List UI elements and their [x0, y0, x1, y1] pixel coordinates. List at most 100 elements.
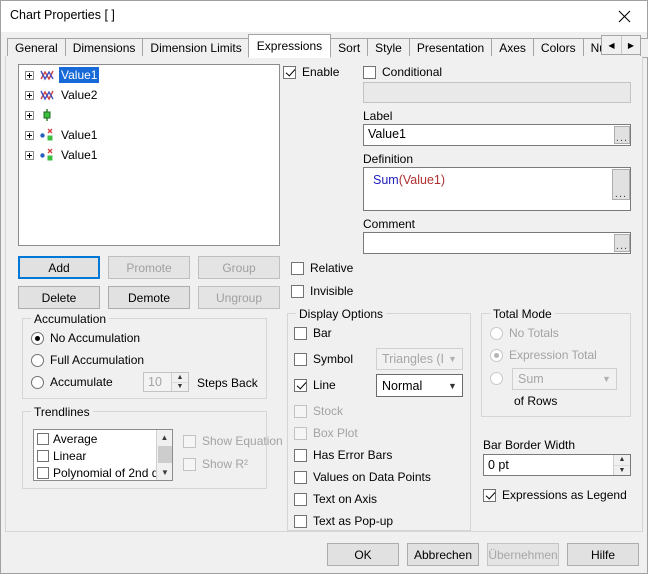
line-style-select[interactable]: Normal ▼ — [376, 374, 463, 397]
tree-item-2[interactable] — [19, 105, 279, 125]
tab-presentation[interactable]: Presentation — [408, 38, 492, 58]
spinner-up-icon[interactable]: ▲ — [172, 373, 188, 382]
checkbox-indicator[interactable] — [37, 466, 49, 479]
show-r2-label: Show R² — [202, 457, 249, 471]
expand-icon[interactable] — [25, 90, 34, 100]
bar-border-width-stepper[interactable]: 0 pt ▲ ▼ — [483, 454, 631, 476]
has-error-bars-checkbox[interactable]: Has Error Bars — [294, 448, 392, 462]
radio-no-accumulation[interactable]: No Accumulation — [31, 331, 140, 345]
comment-browse-button[interactable]: ... — [614, 234, 630, 252]
conditional-input[interactable] — [363, 82, 631, 103]
triangle-left-icon[interactable]: ◀ — [602, 36, 621, 54]
comment-input[interactable] — [363, 232, 631, 254]
checkbox-indicator[interactable] — [37, 432, 49, 445]
chevron-down-icon: ▼ — [448, 354, 457, 364]
expressions-as-legend-checkbox[interactable]: Expressions as Legend — [483, 488, 627, 502]
trendlines-list[interactable]: Average Linear Polynomial of 2nd d Polyn… — [33, 429, 173, 481]
trendline-item-poly2[interactable]: Polynomial of 2nd d — [34, 464, 172, 480]
tree-item-3[interactable]: Value1 — [19, 125, 279, 145]
expand-icon[interactable] — [25, 110, 34, 120]
line-chart-icon — [39, 67, 55, 83]
steps-back-stepper[interactable]: 10 ▲ ▼ — [143, 372, 189, 392]
tab-axes[interactable]: Axes — [491, 38, 533, 58]
tree-item-4[interactable]: Value1 — [19, 145, 279, 165]
tab-colors[interactable]: Colors — [532, 38, 583, 58]
expand-icon[interactable] — [25, 150, 34, 160]
definition-input[interactable]: Sum(Value1) — [363, 167, 631, 211]
radio-aggregation-total[interactable] — [490, 372, 509, 385]
checkbox-indicator — [294, 352, 307, 366]
radio-full-accumulation[interactable]: Full Accumulation — [31, 353, 144, 367]
group-button[interactable]: Group — [198, 256, 280, 279]
symbol-type-select[interactable]: Triangles (Dow ▼ — [376, 348, 463, 370]
promote-button[interactable]: Promote — [108, 256, 190, 279]
expressions-tree[interactable]: Value1 Value2 Value1 Value1 — [18, 64, 280, 246]
tab-style[interactable]: Style — [367, 38, 409, 58]
radio-expression-total[interactable]: Expression Total — [490, 348, 597, 362]
text-on-axis-checkbox[interactable]: Text on Axis — [294, 492, 377, 506]
show-equation-checkbox[interactable]: Show Equation — [183, 434, 283, 448]
checkbox-indicator[interactable] — [37, 449, 49, 462]
triangle-right-icon[interactable]: ▶ — [621, 36, 640, 54]
label-input[interactable]: Value1 — [363, 124, 631, 146]
aggregation-select[interactable]: Sum ▼ — [512, 368, 617, 390]
apply-button[interactable]: Übernehmen — [487, 543, 559, 566]
trendline-item-linear[interactable]: Linear — [34, 447, 172, 464]
chevron-down-icon[interactable]: ▼ — [157, 465, 172, 480]
help-button[interactable]: Hilfe — [567, 543, 639, 566]
tab-dimensions[interactable]: Dimensions — [64, 38, 143, 58]
radio-no-totals[interactable]: No Totals — [490, 326, 559, 340]
radio-label: Full Accumulation — [50, 353, 145, 367]
tree-item-label — [59, 114, 63, 116]
show-r2-checkbox[interactable]: Show R² — [183, 457, 248, 471]
tree-item-1[interactable]: Value2 — [19, 85, 279, 105]
box-plot-label: Box Plot — [313, 426, 358, 440]
radio-accumulate[interactable]: Accumulate — [31, 375, 113, 389]
tab-dimension-limits[interactable]: Dimension Limits — [142, 38, 249, 58]
line-checkbox[interactable]: Line — [294, 378, 336, 392]
bar-border-width-value[interactable]: 0 pt — [484, 455, 613, 475]
steps-back-value[interactable]: 10 — [144, 373, 171, 391]
close-icon[interactable] — [601, 1, 647, 31]
delete-button[interactable]: Delete — [18, 286, 100, 309]
radio-label: Expression Total — [509, 348, 597, 362]
symbol-checkbox[interactable]: Symbol — [294, 352, 353, 366]
trendlines-group: Trendlines Average Linear Polynomial of … — [22, 405, 283, 489]
chevron-up-icon[interactable]: ▲ — [157, 430, 172, 445]
invisible-checkbox[interactable]: Invisible — [291, 284, 353, 298]
enable-checkbox[interactable]: Enable — [283, 65, 339, 79]
definition-browse-button[interactable]: ... — [612, 169, 630, 200]
label-browse-button[interactable]: ... — [614, 126, 630, 144]
text-as-popup-checkbox[interactable]: Text as Pop-up — [294, 514, 393, 528]
ok-button[interactable]: OK — [327, 543, 399, 566]
expand-icon[interactable] — [25, 70, 34, 80]
spinner-down-icon[interactable]: ▼ — [172, 381, 188, 391]
ungroup-button[interactable]: Ungroup — [198, 286, 280, 309]
relative-checkbox[interactable]: Relative — [291, 261, 353, 275]
radio-indicator — [31, 375, 44, 389]
cancel-button[interactable]: Abbrechen — [407, 543, 479, 566]
trendline-item-average[interactable]: Average — [34, 430, 172, 447]
scrollbar-thumb[interactable] — [158, 446, 172, 463]
conditional-checkbox[interactable]: Conditional — [363, 65, 442, 79]
stepper-buttons: ▲ ▼ — [171, 373, 188, 391]
tab-general[interactable]: General — [7, 38, 65, 58]
demote-button[interactable]: Demote — [108, 286, 190, 309]
expand-icon[interactable] — [25, 130, 34, 140]
tab-expressions[interactable]: Expressions — [247, 34, 332, 58]
add-button[interactable]: Add — [18, 256, 100, 279]
tree-item-label: Value2 — [61, 88, 98, 102]
title-bar: Chart Properties [ ] — [1, 1, 647, 32]
bar-checkbox[interactable]: Bar — [294, 326, 332, 340]
trendlines-title: Trendlines — [31, 405, 93, 419]
tree-item-0[interactable]: Value1 — [19, 65, 279, 85]
stock-checkbox[interactable]: Stock — [294, 404, 343, 418]
tab-sort[interactable]: Sort — [330, 38, 368, 58]
tab-font[interactable]: Font — [640, 38, 648, 58]
values-on-data-points-checkbox[interactable]: Values on Data Points — [294, 470, 431, 484]
of-rows-label: of Rows — [514, 394, 558, 408]
trendlines-scrollbar[interactable]: ▲ ▼ — [156, 430, 172, 480]
box-plot-checkbox[interactable]: Box Plot — [294, 426, 358, 440]
spinner-up-icon[interactable]: ▲ — [614, 455, 630, 465]
spinner-down-icon[interactable]: ▼ — [614, 464, 630, 475]
